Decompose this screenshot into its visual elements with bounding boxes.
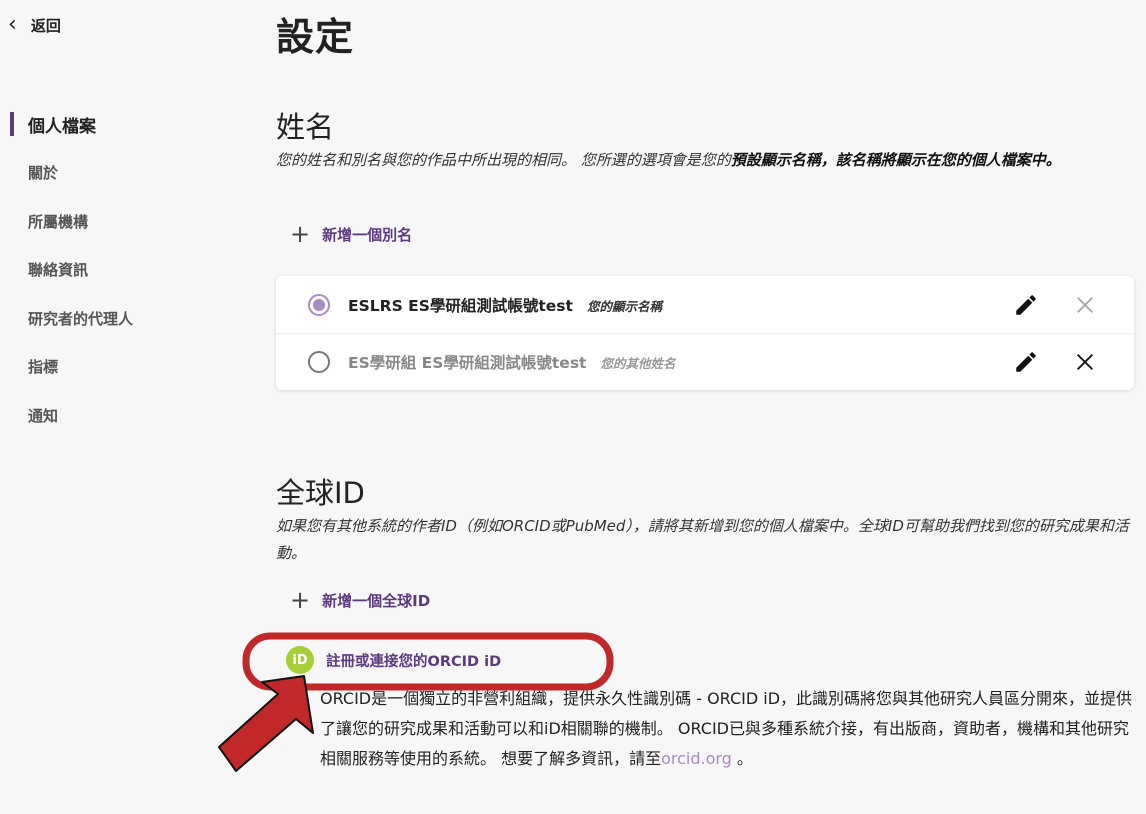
delete-name-button[interactable]	[1074, 294, 1096, 316]
back-button[interactable]: ‹ 返回	[8, 14, 61, 36]
page-title: 設定	[276, 15, 355, 59]
settings-sidebar: 個人檔案 關於 所屬機構 聯絡資訊 研究者的代理人 指標 通知	[10, 100, 230, 440]
names-description-bold: 預設顯示名稱，該名稱將顯示在您的個人檔案中。	[730, 151, 1061, 169]
names-description-text: 您的姓名和別名與您的作品中所出現的相同。 您所選的選項會是您的	[276, 151, 731, 169]
pencil-icon	[1016, 294, 1036, 315]
orcid-connect-link[interactable]: iD 註冊或連接您的ORCID iD	[286, 646, 501, 674]
name-text: ES學研組 ES學研組測試帳號test 您的其他姓名	[348, 351, 675, 373]
other-name-tag: 您的其他姓名	[600, 356, 676, 371]
add-alias-button[interactable]: + 新增一個別名	[290, 222, 412, 246]
names-list: ESLRS ES學研組測試帳號test 您的顯示名稱 ES學研組 ES學研組測試帳…	[276, 276, 1134, 390]
sidebar-item-profile[interactable]: 個人檔案	[10, 100, 230, 149]
name-value: ES學研組 ES學研組測試帳號test	[348, 354, 587, 372]
name-row: ES學研組 ES學研組測試帳號test 您的其他姓名	[276, 333, 1134, 390]
plus-icon: +	[290, 586, 311, 614]
display-name-tag: 您的顯示名稱	[586, 298, 662, 314]
orcid-logo-icon: iD	[286, 646, 314, 674]
global-id-section-title: 全球ID	[276, 476, 365, 510]
add-global-id-label: 新增一個全球ID	[322, 591, 431, 610]
back-label: 返回	[30, 16, 61, 35]
alias-radio[interactable]	[308, 351, 330, 373]
add-alias-label: 新增一個別名	[322, 225, 413, 244]
name-row: ESLRS ES學研組測試帳號test 您的顯示名稱	[276, 276, 1134, 333]
orcid-site-link[interactable]: orcid.org	[661, 749, 732, 768]
edit-name-button[interactable]	[1013, 349, 1039, 375]
sidebar-item-contact[interactable]: 聯絡資訊	[10, 246, 230, 295]
sidebar-item-affiliations[interactable]: 所屬機構	[10, 197, 230, 246]
close-icon	[1077, 354, 1093, 370]
orcid-connect-label: 註冊或連接您的ORCID iD	[326, 653, 502, 670]
names-description: 您的姓名和別名與您的作品中所出現的相同。 您所選的選項會是您的預設顯示名稱，該名…	[276, 147, 1136, 174]
sidebar-item-notifications[interactable]: 通知	[10, 391, 230, 440]
delete-name-button[interactable]	[1074, 351, 1096, 373]
sidebar-item-delegates[interactable]: 研究者的代理人	[10, 294, 230, 343]
global-id-description: 如果您有其他系統的作者ID（例如ORCID或PubMed），請將其新增到您的個人…	[276, 517, 1129, 562]
edit-name-button[interactable]	[1013, 292, 1039, 318]
orcid-description-end: 。	[731, 749, 753, 768]
display-name-radio[interactable]	[308, 293, 330, 316]
sidebar-item-about[interactable]: 關於	[10, 149, 230, 198]
plus-icon: +	[290, 220, 311, 248]
close-icon	[1077, 296, 1093, 313]
pencil-icon	[1016, 352, 1036, 372]
annotation-arrow-icon	[218, 675, 314, 772]
add-global-id-button[interactable]: + 新增一個全球ID	[290, 588, 430, 612]
orcid-description: ORCID是一個獨立的非營利組織，提供永久性識別碼 - ORCID iD，此識別…	[320, 684, 1136, 774]
name-text: ESLRS ES學研組測試帳號test 您的顯示名稱	[348, 294, 662, 316]
names-section-title: 姓名	[276, 110, 335, 144]
chevron-left-icon: ‹	[8, 12, 17, 37]
sidebar-item-metrics[interactable]: 指標	[10, 343, 230, 392]
name-value: ESLRS ES學研組測試帳號test	[348, 296, 573, 315]
